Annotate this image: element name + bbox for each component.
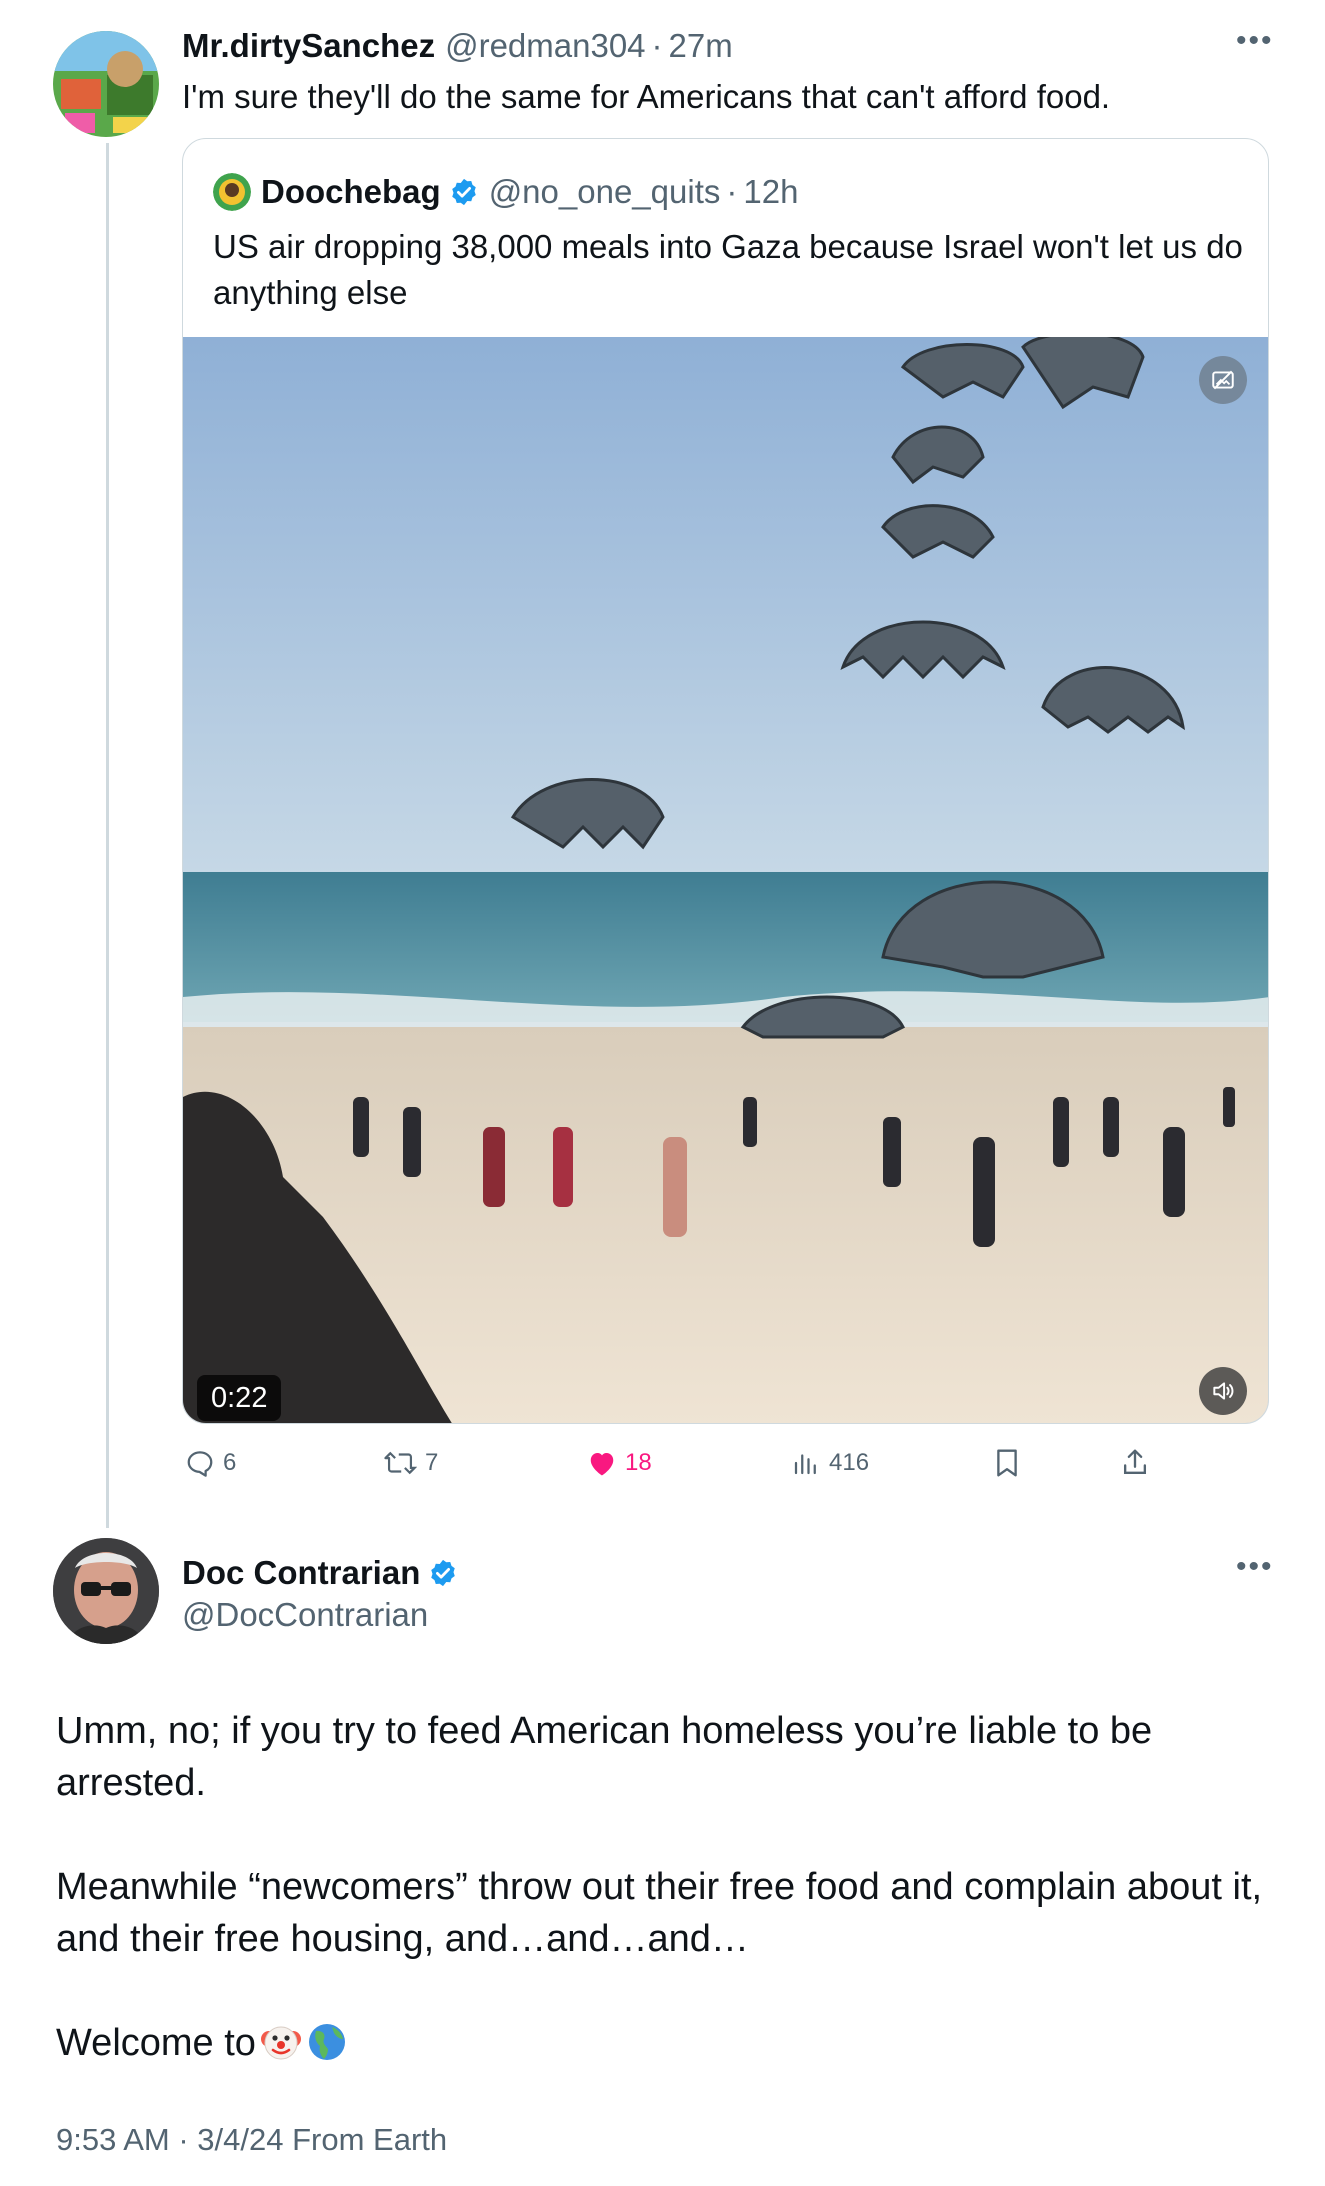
quoted-tweet-card[interactable]: Doochebag @no_one_quits · 12h US air dro…: [182, 138, 1269, 1424]
avatar[interactable]: [213, 173, 251, 211]
reply-icon: [187, 1451, 213, 1477]
avatar[interactable]: [53, 31, 159, 137]
thread-connector: [106, 143, 109, 1528]
tweet-header: Mr.dirtySanchez @redman304 · 27m: [182, 24, 733, 68]
display-name[interactable]: Doc Contrarian: [182, 1554, 420, 1592]
volume-icon[interactable]: [1199, 1367, 1247, 1415]
share-icon[interactable]: [1120, 1442, 1150, 1484]
separator-dot: ·: [726, 173, 738, 210]
heart-icon: [590, 1453, 614, 1476]
quoted-tweet-header: Doochebag @no_one_quits · 12h: [261, 169, 798, 215]
video-player[interactable]: 0:22: [183, 337, 1268, 1423]
view-count: 416: [829, 1449, 870, 1476]
handle[interactable]: @DocContrarian: [182, 1592, 428, 1638]
handle[interactable]: @no_one_quits: [489, 173, 721, 211]
video-duration: 0:22: [197, 1375, 282, 1421]
like-count: 18: [625, 1449, 652, 1476]
avatar[interactable]: [53, 1538, 159, 1644]
reply-button[interactable]: 6: [185, 1442, 236, 1484]
ellipsis-icon[interactable]: •••: [1236, 1550, 1274, 1584]
display-name[interactable]: Doochebag: [261, 173, 441, 211]
tweet-timestamp[interactable]: 9:53 AM · 3/4/24 From Earth: [56, 2118, 447, 2162]
timestamp[interactable]: 27m: [669, 27, 733, 65]
verified-badge-icon: [428, 1558, 458, 1588]
tweet-header: Doc Contrarian: [182, 1550, 458, 1596]
tweet-paragraph: Umm, no; if you try to feed American hom…: [56, 1710, 1153, 1804]
quoted-tweet-text: US air dropping 38,000 meals into Gaza b…: [213, 228, 1243, 311]
tweet-text: Umm, no; if you try to feed American hom…: [56, 1705, 1281, 2077]
bookmark-icon[interactable]: [992, 1442, 1022, 1484]
tweet-paragraph-text: Welcome to: [56, 2022, 256, 2064]
separator-dot: ·: [651, 27, 663, 64]
globe-americas-emoji: [306, 2021, 348, 2077]
repost-icon: [384, 1451, 417, 1475]
tweet-text: I'm sure they'll do the same for America…: [182, 78, 1111, 115]
hide-media-icon[interactable]: [1199, 356, 1247, 404]
repost-button[interactable]: 7: [383, 1442, 438, 1484]
tweet-paragraph: Welcome to: [56, 2017, 1281, 2077]
views-button[interactable]: 416: [791, 1442, 869, 1484]
handle[interactable]: @redman304: [445, 27, 645, 65]
like-button[interactable]: 18: [587, 1442, 652, 1484]
clown-face-emoji: [260, 2021, 302, 2077]
verified-badge-icon: [449, 177, 479, 207]
reply-count: 6: [223, 1449, 237, 1476]
ellipsis-icon[interactable]: •••: [1236, 24, 1274, 58]
video-frame: [183, 337, 1268, 1423]
display-name[interactable]: Mr.dirtySanchez: [182, 27, 435, 65]
analytics-icon: [794, 1454, 816, 1475]
timestamp[interactable]: 12h: [743, 173, 798, 211]
repost-count: 7: [425, 1449, 439, 1476]
tweet-paragraph: Meanwhile “newcomers” throw out their fr…: [56, 1866, 1263, 1960]
